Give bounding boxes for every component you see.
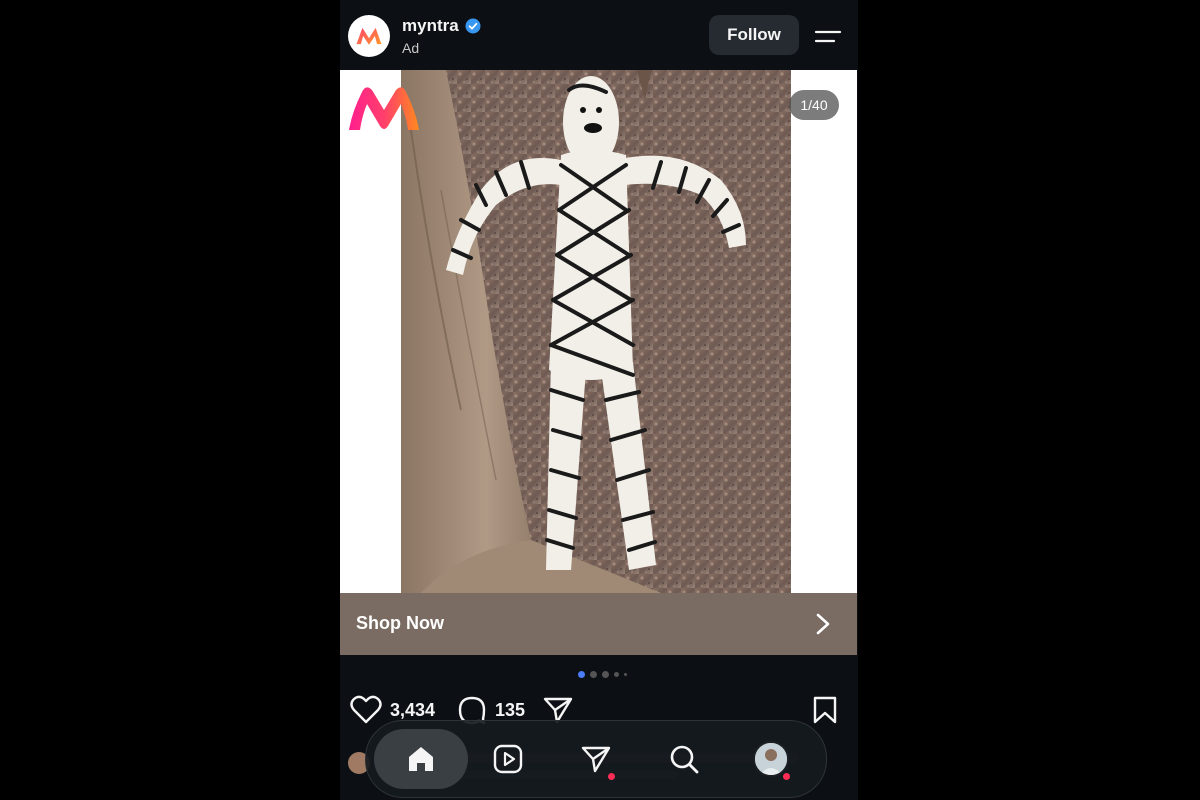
media-counter: 1/40 <box>789 90 839 120</box>
sponsored-label: Ad <box>402 40 420 56</box>
nav-direct-messages[interactable] <box>566 729 626 789</box>
notification-dot <box>783 773 790 780</box>
bookmark-icon[interactable] <box>812 695 838 725</box>
nav-home[interactable] <box>374 729 468 789</box>
heart-icon <box>350 695 382 724</box>
home-icon <box>409 747 433 771</box>
notification-dot <box>608 773 615 780</box>
follow-button[interactable]: Follow <box>709 15 799 55</box>
post-header: myntra Ad Follow <box>340 0 858 70</box>
username[interactable]: myntra <box>402 16 459 36</box>
nav-search[interactable] <box>654 729 714 789</box>
reels-icon <box>493 744 523 774</box>
menu-icon[interactable] <box>814 26 842 46</box>
like-count: 3,434 <box>390 699 436 720</box>
post-media[interactable]: 1/40 <box>340 70 857 593</box>
carousel-dot <box>578 671 585 678</box>
bottom-navigation-bar <box>365 720 827 798</box>
carousel-dot <box>614 672 619 677</box>
instagram-feed-screen: myntra Ad Follow 1/40 Shop Now 3,434 135 <box>340 0 858 800</box>
carousel-dot <box>590 671 597 678</box>
carousel-dot <box>602 671 609 678</box>
shop-now-cta[interactable]: Shop Now <box>340 593 857 655</box>
myntra-logo-icon <box>356 27 382 45</box>
shop-now-label: Shop Now <box>356 613 444 633</box>
carousel-indicator <box>578 671 627 678</box>
username-row: myntra <box>402 16 481 36</box>
nav-reels[interactable] <box>478 729 538 789</box>
comment-count: 135 <box>495 699 526 720</box>
verified-badge-icon <box>465 18 481 34</box>
myntra-brand-logo-icon <box>349 87 419 130</box>
nav-profile[interactable] <box>741 729 801 789</box>
direct-send-icon <box>581 746 611 773</box>
myntra-avatar[interactable] <box>348 15 390 57</box>
search-icon <box>670 745 699 774</box>
post-photo <box>401 70 791 593</box>
chevron-right-icon <box>816 613 830 635</box>
carousel-dot <box>624 673 627 676</box>
profile-avatar <box>753 741 789 777</box>
profile-photo <box>755 743 787 775</box>
